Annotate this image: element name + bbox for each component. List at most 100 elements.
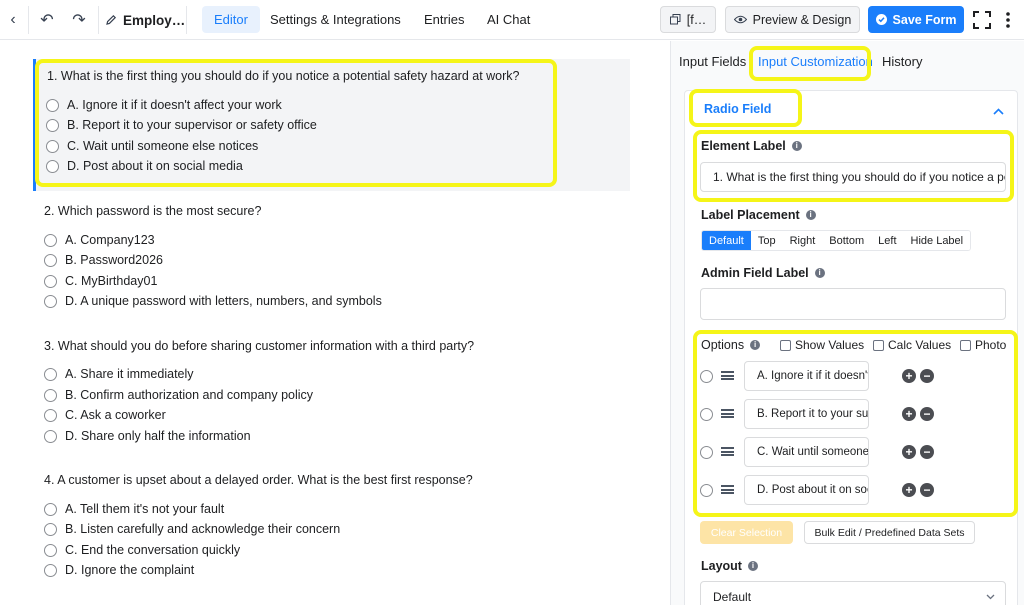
preview-design-button[interactable]: Preview & Design — [725, 6, 860, 33]
radio-option[interactable]: C. Wait until someone else notices — [46, 139, 258, 153]
radio-option[interactable]: A. Tell them it's not your fault — [44, 502, 224, 516]
radio-option[interactable]: B. Report it to your supervisor or safet… — [46, 118, 317, 132]
checkbox-box[interactable] — [873, 339, 884, 351]
radio-circle[interactable] — [46, 98, 59, 112]
radio-option-label: B. Report it to your supervisor or safet… — [67, 118, 317, 132]
drag-handle-icon[interactable] — [721, 371, 734, 380]
placement-default[interactable]: Default — [702, 231, 751, 250]
radio-circle[interactable] — [44, 367, 57, 381]
placement-bottom[interactable]: Bottom — [822, 231, 872, 250]
radio-circle[interactable] — [44, 274, 57, 288]
layout-select[interactable]: Default — [700, 581, 1006, 605]
radio-option[interactable]: C. MyBirthday01 — [44, 274, 157, 288]
save-form-button[interactable]: Save Form — [868, 6, 964, 33]
radio-option[interactable]: C. End the conversation quickly — [44, 543, 240, 557]
tab-history[interactable]: History — [882, 54, 922, 69]
radio-option[interactable]: B. Confirm authorization and company pol… — [44, 388, 313, 402]
add-option-icon[interactable]: + — [902, 445, 916, 459]
admin-field-label-input[interactable] — [700, 288, 1006, 320]
radio-option[interactable]: D. Ignore the complaint — [44, 563, 194, 577]
radio-circle[interactable] — [44, 233, 57, 247]
tab-settings-integrations[interactable]: Settings & Integrations — [258, 6, 413, 33]
remove-option-icon[interactable]: − — [920, 445, 934, 459]
radio-circle[interactable] — [44, 543, 57, 557]
tab-input-fields[interactable]: Input Fields — [679, 54, 746, 69]
checkbox-label: Photo — [975, 338, 1007, 352]
radio-option[interactable]: D. Post about it on social media — [46, 159, 243, 173]
radio-circle[interactable] — [44, 388, 57, 402]
calc-values-checkbox[interactable]: Calc Values — [873, 338, 951, 352]
radio-circle[interactable] — [44, 502, 57, 516]
radio-option[interactable]: A. Company123 — [44, 233, 155, 247]
radio-option[interactable]: B. Password2026 — [44, 253, 163, 267]
bulk-edit-button[interactable]: Bulk Edit / Predefined Data Sets — [804, 521, 975, 544]
shortcode-copy-button[interactable]: [f… — [660, 6, 716, 33]
redo-icon[interactable]: ↷ — [70, 0, 88, 40]
radio-option[interactable]: A. Ignore it if it doesn't affect your w… — [46, 98, 282, 112]
radio-option[interactable]: A. Share it immediately — [44, 367, 194, 381]
chevron-down-icon — [986, 594, 995, 600]
radio-circle[interactable] — [44, 522, 57, 536]
radio-option[interactable]: D. Share only half the information — [44, 429, 251, 443]
form-name[interactable]: Employ… — [105, 0, 185, 40]
shortcode-label: [f… — [686, 12, 707, 27]
radio-circle[interactable] — [46, 118, 59, 132]
photo-checkbox[interactable]: Photo — [960, 338, 1006, 352]
radio-circle[interactable] — [46, 139, 59, 153]
tab-ai-chat[interactable]: AI Chat — [475, 6, 542, 33]
drag-handle-icon[interactable] — [721, 485, 734, 494]
section-title[interactable]: Radio Field — [704, 102, 771, 116]
option-label-input[interactable]: D. Post about it on social media — [744, 475, 869, 505]
more-vertical-icon[interactable] — [1002, 0, 1014, 40]
radio-option[interactable]: D. A unique password with letters, numbe… — [44, 294, 382, 308]
option-default-radio[interactable] — [700, 484, 713, 497]
radio-option[interactable]: C. Ask a coworker — [44, 408, 166, 422]
checkbox-box[interactable] — [780, 339, 791, 351]
element-label-input[interactable]: 1. What is the first thing you should do… — [700, 162, 1006, 192]
radio-option-label: D. Share only half the information — [65, 429, 251, 443]
radio-circle[interactable] — [44, 563, 57, 577]
tab-editor[interactable]: Editor — [202, 6, 260, 33]
chevron-up-icon[interactable] — [993, 103, 1004, 118]
remove-option-icon[interactable]: − — [920, 407, 934, 421]
remove-option-icon[interactable]: − — [920, 483, 934, 497]
radio-option[interactable]: B. Listen carefully and acknowledge thei… — [44, 522, 340, 536]
tab-input-customization[interactable]: Input Customization — [758, 54, 873, 69]
element-label-heading: Element Label i — [701, 139, 802, 153]
radio-circle[interactable] — [44, 408, 57, 422]
question-title: 1. What is the first thing you should do… — [47, 69, 520, 83]
undo-icon[interactable]: ↶ — [38, 0, 56, 40]
drag-handle-icon[interactable] — [721, 447, 734, 456]
radio-circle[interactable] — [44, 253, 57, 267]
option-default-radio[interactable] — [700, 408, 713, 421]
radio-option-label: D. Ignore the complaint — [65, 563, 195, 577]
radio-circle[interactable] — [44, 429, 57, 443]
radio-circle[interactable] — [46, 159, 59, 173]
check-circle-icon — [875, 14, 887, 25]
option-default-radio[interactable] — [700, 370, 713, 383]
placement-right[interactable]: Right — [782, 231, 823, 250]
info-icon: i — [750, 340, 761, 350]
add-option-icon[interactable]: + — [902, 369, 916, 383]
drag-handle-icon[interactable] — [721, 409, 734, 418]
option-default-radio[interactable] — [700, 446, 713, 459]
add-option-icon[interactable]: + — [902, 407, 916, 421]
show-values-checkbox[interactable]: Show Values — [780, 338, 864, 352]
option-label-input[interactable]: B. Report it to your supervisor or safet… — [744, 399, 869, 429]
tab-entries[interactable]: Entries — [412, 6, 476, 33]
clear-selection-button[interactable]: Clear Selection — [700, 521, 793, 544]
fullscreen-icon[interactable] — [972, 0, 992, 40]
placement-hide-label[interactable]: Hide Label — [903, 231, 971, 250]
back-chevron-icon[interactable]: ‹ — [4, 0, 22, 40]
radio-option-label: A. Ignore it if it doesn't affect your w… — [67, 98, 282, 112]
radio-circle[interactable] — [44, 294, 57, 308]
remove-option-icon[interactable]: − — [920, 369, 934, 383]
add-option-icon[interactable]: + — [902, 483, 916, 497]
checkbox-box[interactable] — [960, 339, 971, 351]
layout-select-value: Default — [713, 590, 752, 604]
label-placement-heading: Label Placement i — [701, 208, 816, 222]
option-label-input[interactable]: C. Wait until someone else notices — [744, 437, 869, 467]
placement-top[interactable]: Top — [750, 231, 783, 250]
placement-left[interactable]: Left — [871, 231, 904, 250]
option-label-input[interactable]: A. Ignore it if it doesn't affect your w… — [744, 361, 869, 391]
